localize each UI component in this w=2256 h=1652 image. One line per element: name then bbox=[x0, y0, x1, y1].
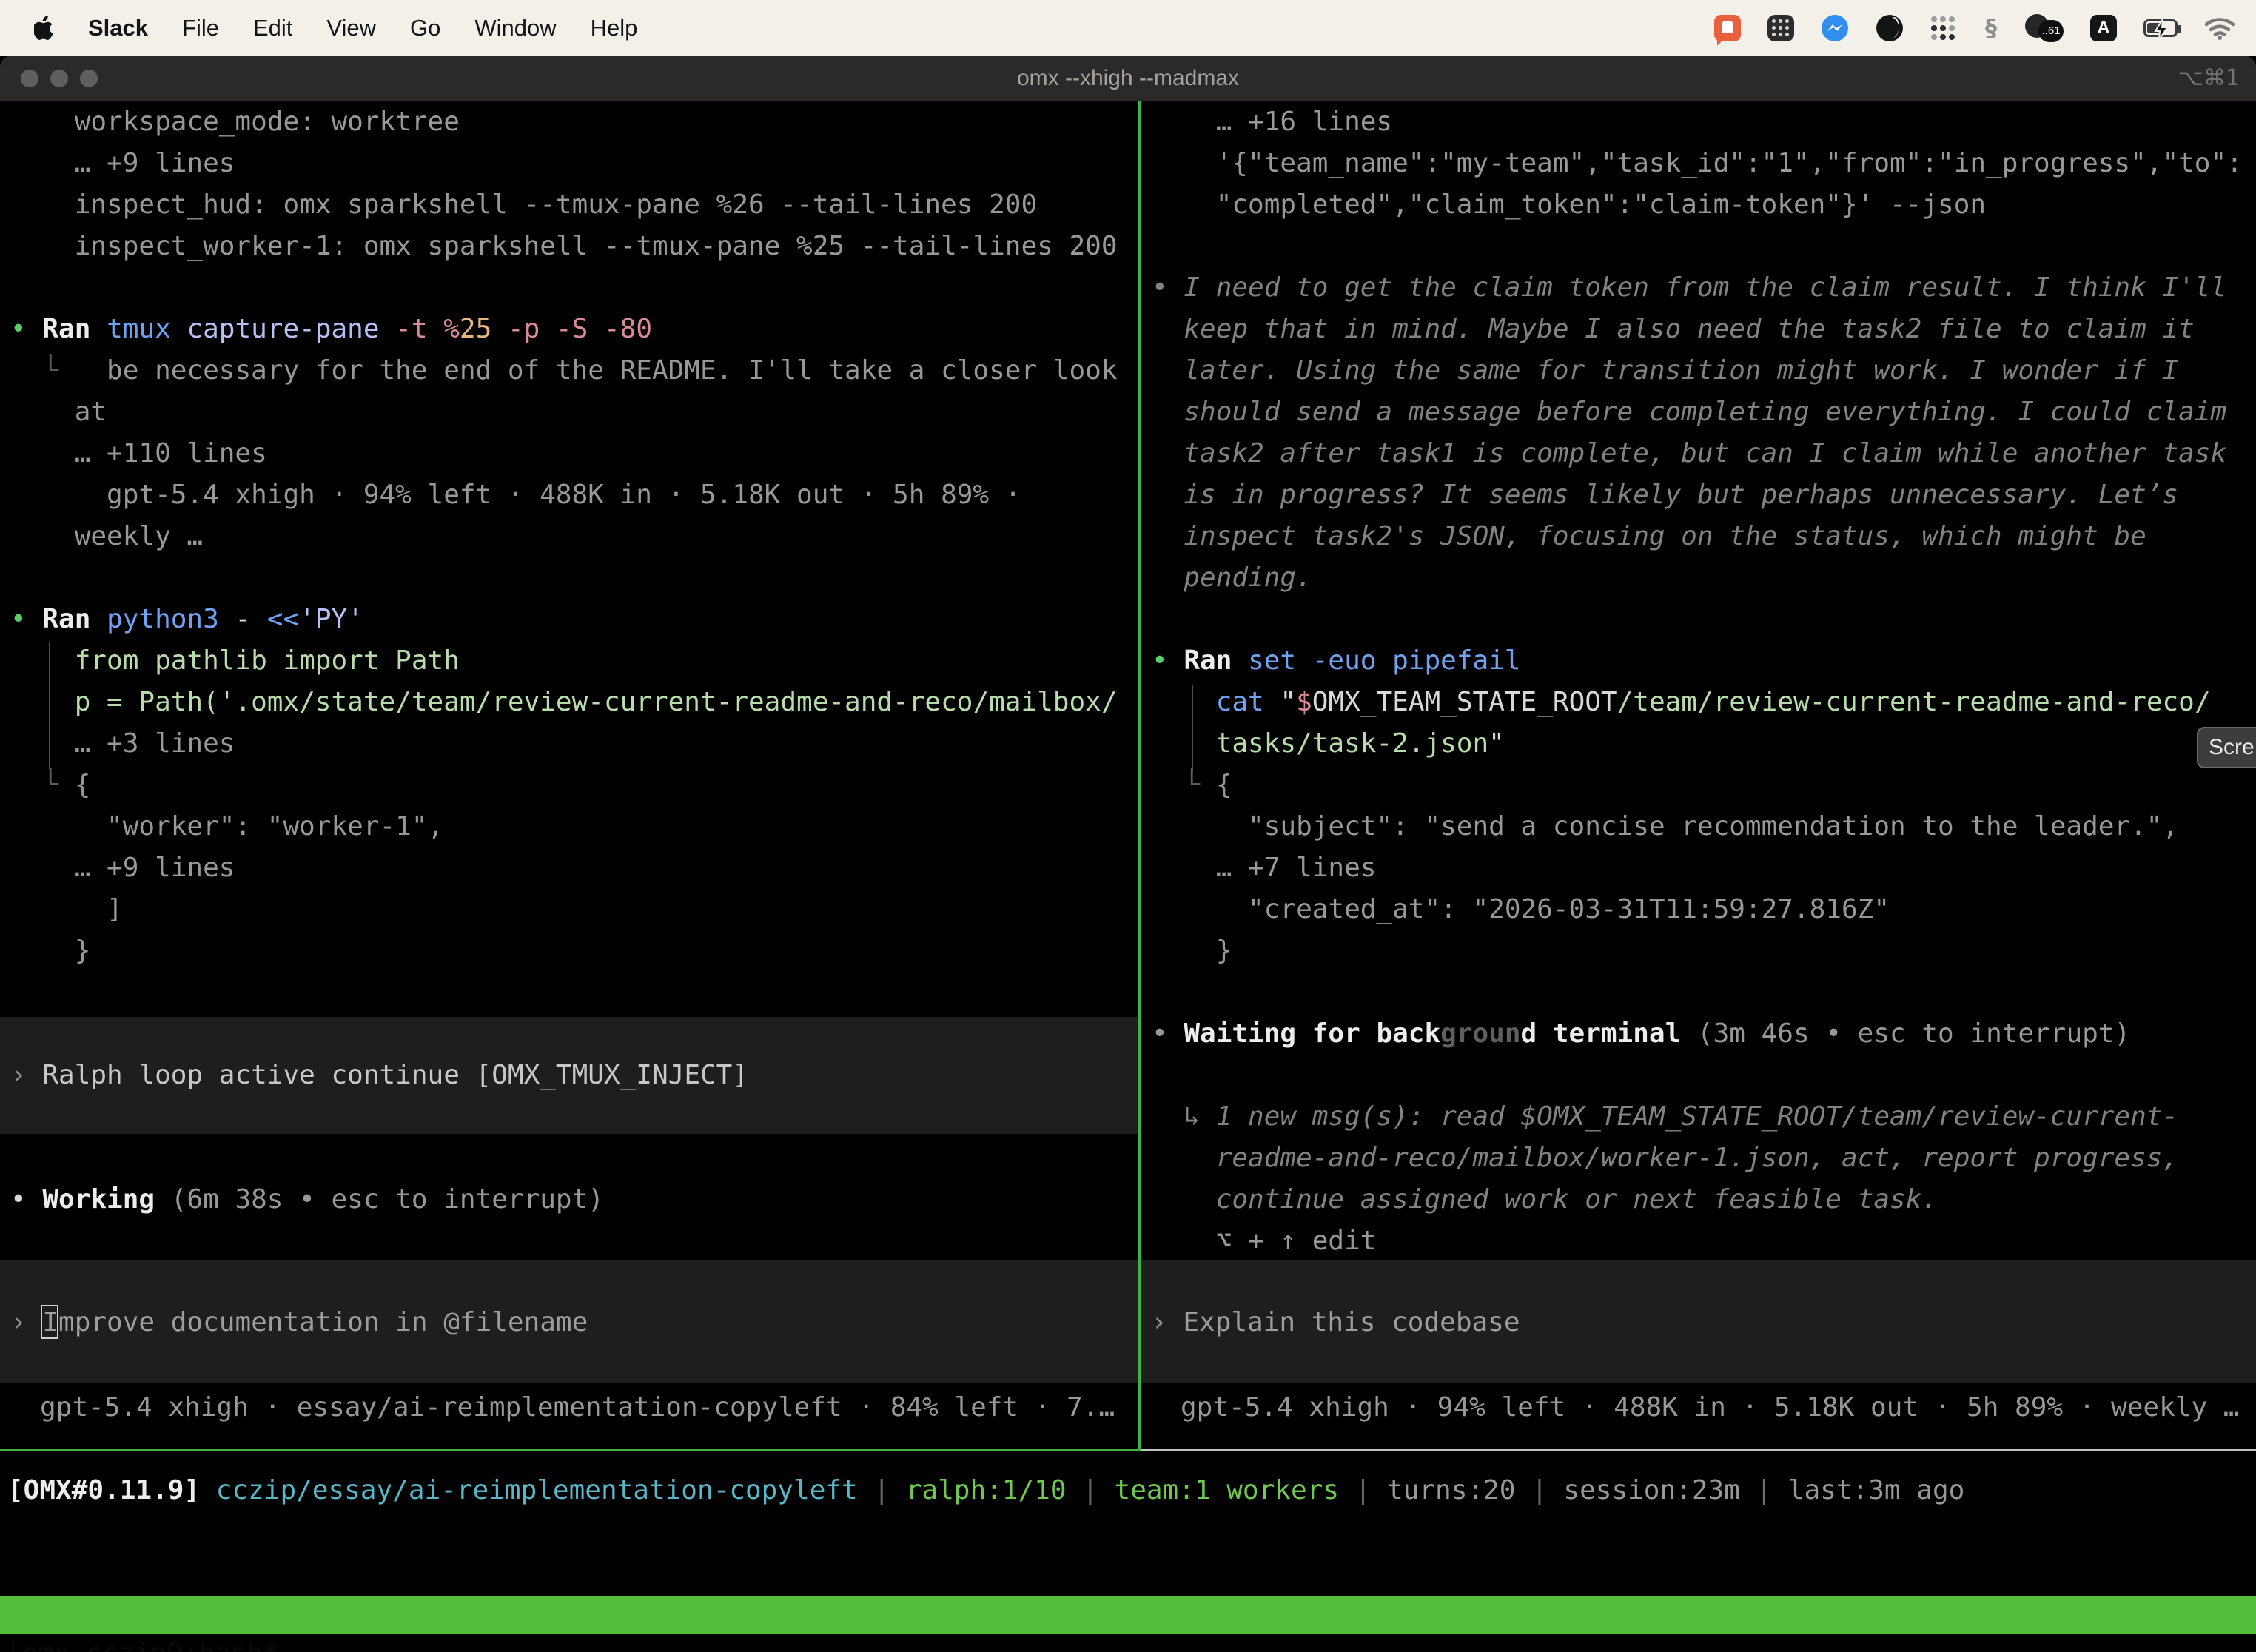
menu-left: Slack File Edit View Go Window Help bbox=[0, 15, 637, 41]
battery-icon[interactable] bbox=[2143, 19, 2178, 37]
window-title: omx --xhigh --madmax bbox=[0, 56, 2256, 101]
menu-item-help[interactable]: Help bbox=[591, 15, 638, 41]
window-shortcut-hint: ⌥⌘1 bbox=[2178, 56, 2240, 101]
menu-item-view[interactable]: View bbox=[326, 15, 376, 41]
menu-item-go[interactable]: Go bbox=[410, 15, 440, 41]
menu-item-slack[interactable]: Slack bbox=[88, 15, 148, 41]
window-titlebar: omx --xhigh --madmax ⌥⌘1 bbox=[0, 56, 2256, 101]
terminal-line: • Working (6m 38s • esc to interrupt) bbox=[10, 1179, 604, 1220]
usage-badge-icon[interactable]: ..61 bbox=[2024, 14, 2064, 42]
menu-status-icons: § ..61 A bbox=[1714, 14, 2256, 42]
menu-bar: Slack File Edit View Go Window Help § ..61 A bbox=[0, 0, 2256, 56]
menu-items: Slack File Edit View Go Window Help bbox=[88, 15, 637, 41]
terminal-line: gpt-5.4 xhigh · 94% left · 488K in · 5.1… bbox=[1181, 1387, 2239, 1428]
dragon-icon[interactable]: § bbox=[1985, 14, 1997, 42]
terminal-window: omx --xhigh --madmax ⌥⌘1 workspace_mode:… bbox=[0, 56, 2256, 1652]
menu-item-edit[interactable]: Edit bbox=[253, 15, 292, 41]
terminal-line: › Ralph loop active continue [OMX_TMUX_I… bbox=[10, 1055, 748, 1096]
terminal-overlay-lines: › Ralph loop active continue [OMX_TMUX_I… bbox=[0, 101, 2256, 1652]
keypad-icon[interactable] bbox=[1767, 15, 1794, 41]
text-cursor bbox=[41, 1305, 58, 1339]
apple-logo-icon[interactable] bbox=[34, 16, 54, 40]
wifi-icon[interactable] bbox=[2204, 16, 2235, 40]
dots-grid-icon[interactable] bbox=[1930, 14, 1958, 42]
screenshot-tooltip: Scre bbox=[2197, 727, 2256, 768]
terminal-line: › Explain this codebase bbox=[1151, 1302, 1520, 1343]
tmux-session-label: [omx-cczip0:bash* bbox=[6, 1634, 278, 1652]
tmux-status-bar: [omx-cczip0:bash* "MacBook-Pro-44.local"… bbox=[0, 1596, 2256, 1634]
crescent-app-icon[interactable] bbox=[1876, 14, 1904, 42]
menu-item-window[interactable]: Window bbox=[474, 15, 556, 41]
terminal-content: workspace_mode: worktree … +9 lines insp… bbox=[0, 101, 2256, 1652]
messenger-icon[interactable] bbox=[1821, 14, 1849, 42]
usage-badge-value: ..61 bbox=[2038, 20, 2064, 42]
input-source-icon[interactable]: A bbox=[2090, 15, 2117, 41]
terminal-line: › Improve documentation in @filename bbox=[10, 1302, 588, 1343]
terminal-line: gpt-5.4 xhigh · essay/ai-reimplementatio… bbox=[40, 1387, 1115, 1428]
menu-item-file[interactable]: File bbox=[182, 15, 219, 41]
screenshot-app-icon[interactable] bbox=[1714, 15, 1741, 41]
terminal-line: [OMX#0.11.9] cczip/essay/ai-reimplementa… bbox=[7, 1470, 1964, 1511]
